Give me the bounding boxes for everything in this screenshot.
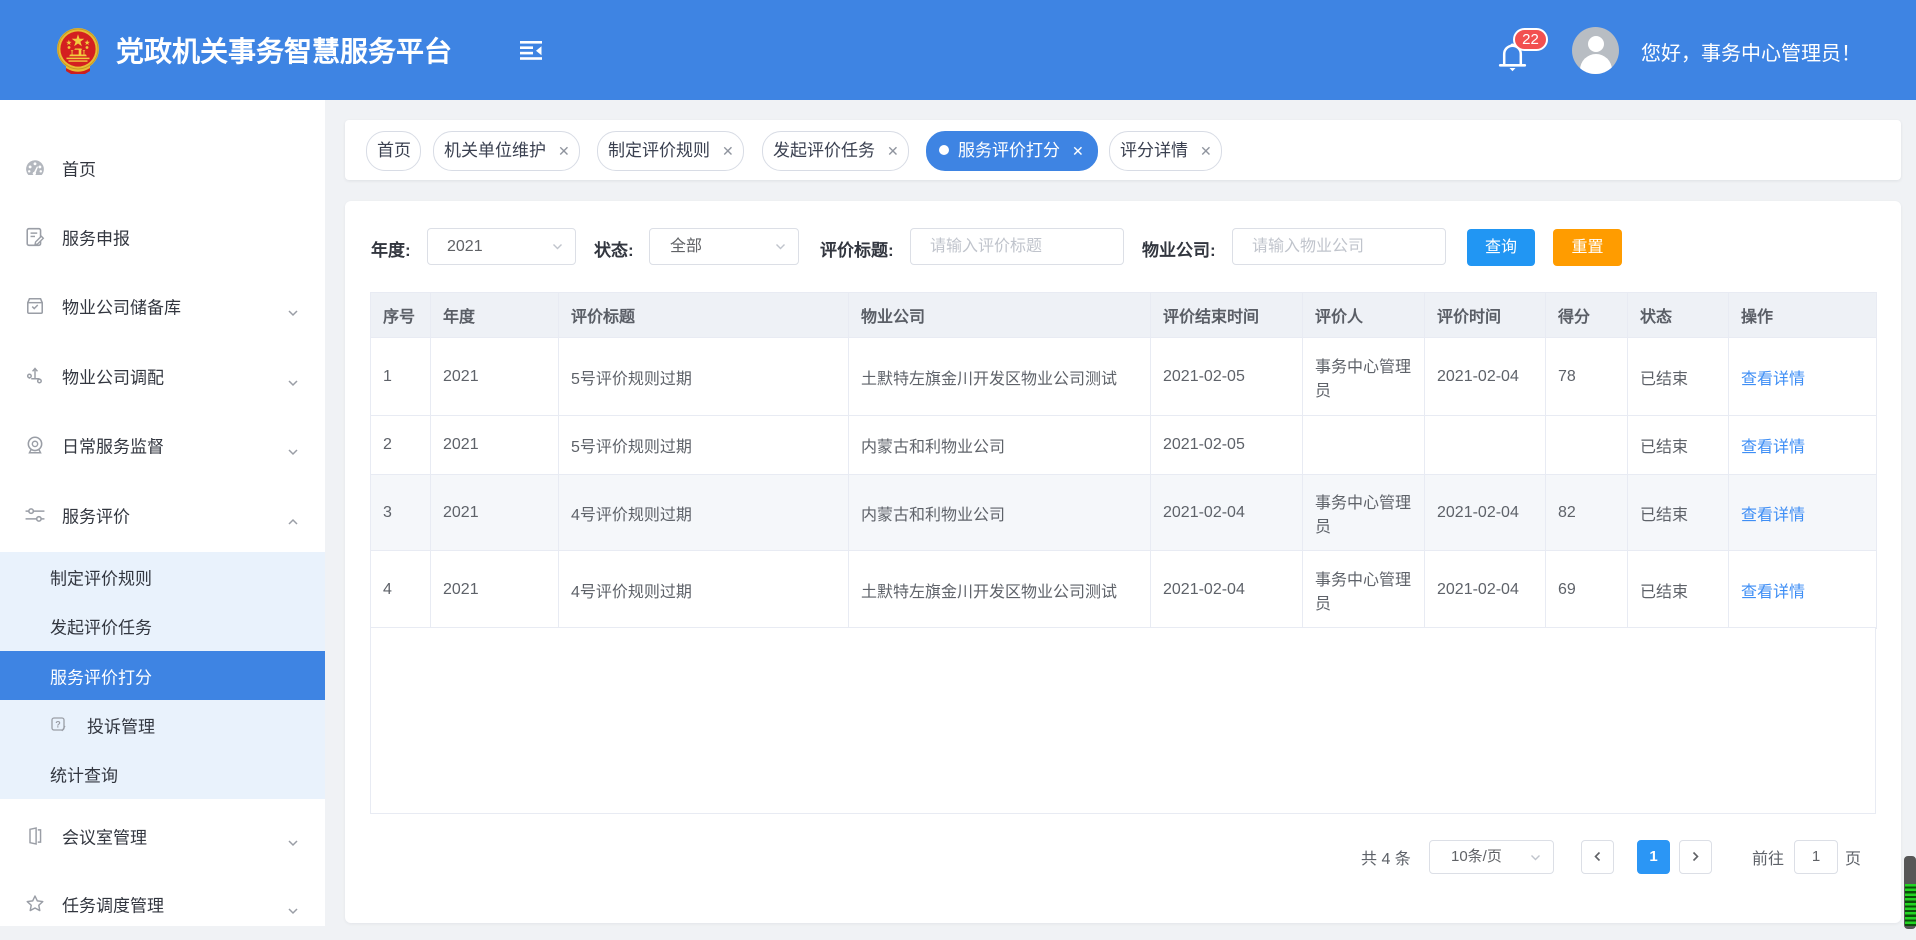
svg-text:?: ?: [55, 720, 61, 730]
